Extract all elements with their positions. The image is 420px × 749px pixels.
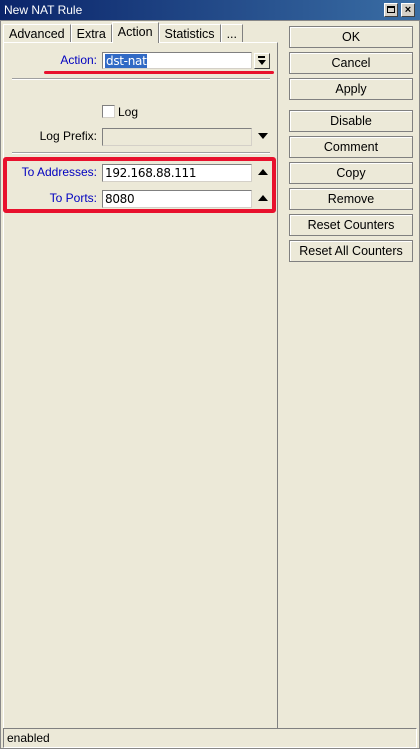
- to-addresses-label: To Addresses:: [21, 165, 97, 179]
- tab-advanced[interactable]: Advanced: [3, 24, 71, 43]
- tab-action[interactable]: Action: [111, 22, 159, 43]
- close-icon[interactable]: ×: [401, 3, 415, 17]
- tab-statistics[interactable]: Statistics: [158, 24, 221, 43]
- to-addresses-input[interactable]: 192.168.88.111: [102, 164, 252, 182]
- remove-button[interactable]: Remove: [289, 188, 413, 210]
- status-bar: enabled: [3, 728, 417, 748]
- log-checkbox[interactable]: [102, 105, 115, 118]
- disable-button[interactable]: Disable: [289, 110, 413, 132]
- reset-all-counters-button[interactable]: Reset All Counters: [289, 240, 413, 262]
- to-ports-input[interactable]: 8080: [102, 190, 252, 208]
- tab-more[interactable]: ...: [220, 24, 243, 43]
- action-highlight-underline: [44, 71, 274, 74]
- action-dropdown-icon[interactable]: [254, 53, 270, 69]
- status-text: enabled: [7, 731, 50, 745]
- apply-button[interactable]: Apply: [289, 78, 413, 100]
- to-ports-collapse-icon[interactable]: [258, 195, 268, 201]
- tab-extra[interactable]: Extra: [70, 24, 112, 43]
- tab-strip: Advanced Extra Action Statistics ...: [3, 22, 243, 43]
- to-addresses-collapse-icon[interactable]: [258, 169, 268, 175]
- comment-button[interactable]: Comment: [289, 136, 413, 158]
- action-label: Action:: [60, 53, 97, 67]
- title-bar: New NAT Rule ×: [0, 0, 420, 20]
- ok-button[interactable]: OK: [289, 26, 413, 48]
- log-prefix-label: Log Prefix:: [39, 129, 97, 143]
- reset-counters-button[interactable]: Reset Counters: [289, 214, 413, 236]
- action-value: dst-nat: [105, 54, 148, 68]
- log-label: Log: [118, 105, 139, 119]
- action-panel: Action: dst-nat Log Log Prefix: To Addre…: [3, 42, 278, 746]
- separator: [12, 152, 270, 154]
- log-prefix-input[interactable]: [102, 128, 252, 146]
- copy-button[interactable]: Copy: [289, 162, 413, 184]
- cancel-button[interactable]: Cancel: [289, 52, 413, 74]
- window-title: New NAT Rule: [4, 3, 83, 17]
- to-ports-label: To Ports:: [49, 191, 97, 205]
- log-prefix-dropdown-icon[interactable]: [258, 133, 268, 139]
- maximize-icon[interactable]: [384, 3, 398, 17]
- separator: [12, 78, 270, 80]
- dialog-window: Advanced Extra Action Statistics ... Act…: [0, 20, 420, 749]
- action-select[interactable]: dst-nat: [102, 52, 252, 69]
